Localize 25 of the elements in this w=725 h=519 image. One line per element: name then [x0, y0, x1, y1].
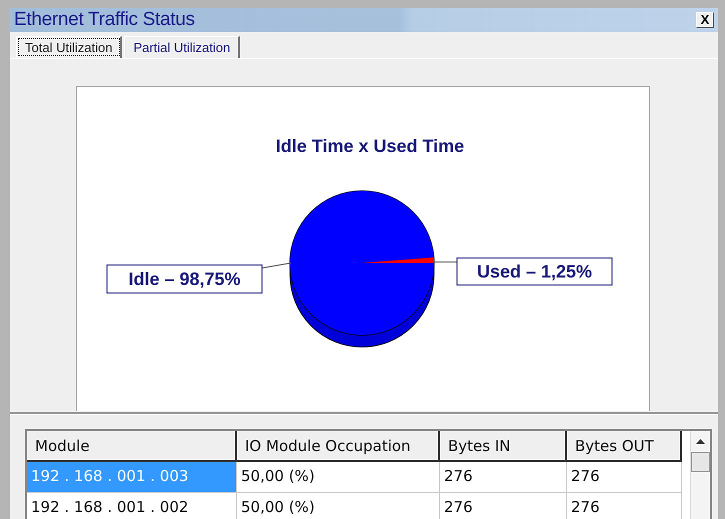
table-cell: 276	[440, 493, 567, 519]
data-label: Idle – 98,75%	[106, 264, 262, 294]
slice-label: Used – 1,25%	[476, 262, 592, 282]
window-title: Ethernet Traffic Status	[14, 9, 195, 31]
table-cell: 192 . 168 . 001 . 003	[27, 462, 237, 493]
column-header[interactable]: Module	[27, 431, 237, 462]
table-cell: 276	[440, 462, 567, 493]
table-cell: 276	[567, 462, 682, 493]
leader-line	[262, 262, 292, 268]
slice-label: Idle – 98,75%	[128, 269, 241, 289]
column-header[interactable]: Bytes OUT	[567, 431, 682, 462]
scroll-thumb[interactable]	[691, 452, 710, 472]
scroll-up-icon[interactable]	[696, 439, 705, 444]
tab[interactable]: Total Utilization	[16, 36, 122, 58]
chart-title: Idle Time x Used Time	[276, 136, 464, 156]
column-header[interactable]: Bytes IN	[440, 431, 567, 462]
table-cell: 50,00 (%)	[237, 493, 440, 519]
scrollbar[interactable]	[690, 431, 710, 519]
data-label: Used – 1,25%	[456, 258, 612, 286]
table-cell: 192 . 168 . 001 . 002	[27, 493, 237, 519]
close-button[interactable]: X	[696, 12, 714, 28]
tab[interactable]: Partial Utilization	[124, 36, 240, 58]
table-cell: 50,00 (%)	[237, 462, 440, 493]
table-cell: 276	[567, 493, 682, 519]
column-header[interactable]: IO Module Occupation	[237, 431, 440, 462]
